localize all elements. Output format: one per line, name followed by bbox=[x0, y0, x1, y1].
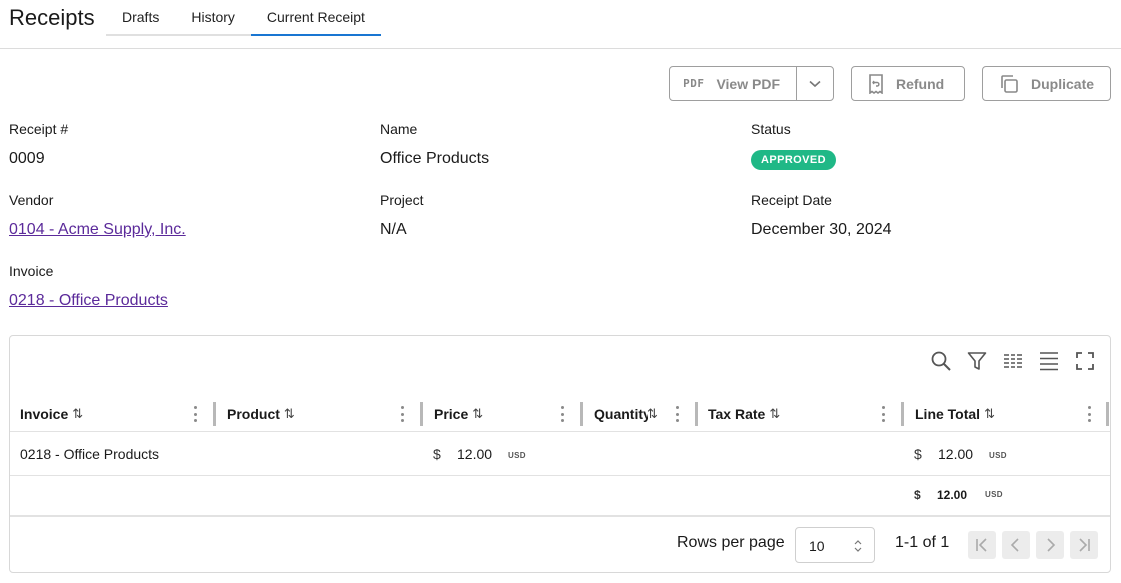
duplicate-label: Duplicate bbox=[1031, 75, 1095, 92]
next-page-icon[interactable] bbox=[1036, 531, 1064, 559]
name-value: Office Products bbox=[380, 150, 490, 167]
receipt-refund-icon bbox=[868, 73, 884, 94]
column-resize-handle[interactable] bbox=[213, 402, 216, 426]
first-page-icon[interactable] bbox=[968, 531, 996, 559]
column-label: Line Total bbox=[915, 406, 981, 422]
receipt-date-value: December 30, 2024 bbox=[751, 221, 892, 238]
pdf-icon: PDF bbox=[683, 77, 705, 90]
columns-icon[interactable] bbox=[1002, 350, 1024, 372]
vendor-link[interactable]: 0104 - Acme Supply, Inc. bbox=[9, 221, 186, 239]
filter-icon[interactable] bbox=[966, 350, 988, 372]
chevron-up-down-icon bbox=[854, 528, 862, 580]
cell-invoice: 0218 - Office Products bbox=[20, 446, 160, 462]
cell-total-unit: USD bbox=[989, 451, 1007, 460]
rows-per-page-value: 10 bbox=[809, 538, 825, 554]
column-menu-icon[interactable] bbox=[559, 406, 565, 422]
search-icon[interactable] bbox=[930, 350, 952, 372]
sort-icon[interactable]: ⇅ bbox=[472, 406, 483, 422]
project-label: Project bbox=[380, 192, 424, 208]
column-header-tax-rate[interactable]: Tax Rate ⇅ bbox=[708, 396, 780, 432]
view-pdf-split-button: PDF View PDF bbox=[669, 66, 834, 101]
cell-line-total: 12.00 bbox=[938, 446, 974, 462]
column-header-line-total[interactable]: Line Total ⇅ bbox=[915, 396, 995, 432]
column-header-product[interactable]: Product ⇅ bbox=[227, 396, 295, 432]
table-toolbar bbox=[930, 350, 1096, 372]
page-title: Receipts bbox=[9, 5, 95, 30]
cell-price: 12.00 bbox=[457, 446, 493, 462]
pagination-range: 1-1 of 1 bbox=[895, 534, 950, 551]
column-resize-handle[interactable] bbox=[580, 402, 583, 426]
name-label: Name bbox=[380, 121, 418, 137]
copy-icon bbox=[999, 74, 1019, 94]
duplicate-button[interactable]: Duplicate bbox=[982, 66, 1111, 101]
rows-per-page-select[interactable]: 10 bbox=[795, 527, 875, 563]
receipt-number-label: Receipt # bbox=[9, 121, 69, 137]
column-resize-handle[interactable] bbox=[901, 402, 904, 426]
density-icon[interactable] bbox=[1038, 350, 1060, 372]
receipt-date-label: Receipt Date bbox=[751, 192, 832, 208]
status-badge: APPROVED bbox=[751, 150, 836, 170]
column-label: Tax Rate bbox=[708, 406, 766, 422]
chevron-down-icon bbox=[809, 80, 821, 87]
column-resize-handle[interactable] bbox=[1106, 402, 1109, 426]
view-pdf-button[interactable]: PDF View PDF bbox=[670, 67, 797, 100]
sort-icon[interactable]: ⇅ bbox=[72, 406, 83, 422]
column-menu-icon[interactable] bbox=[674, 406, 680, 422]
column-resize-handle[interactable] bbox=[695, 402, 698, 426]
table-header: Invoice ⇅ Product ⇅ Price ⇅ Quantity ⇅ Tax … bbox=[10, 396, 1110, 432]
last-page-icon[interactable] bbox=[1070, 531, 1098, 559]
column-menu-icon[interactable] bbox=[192, 406, 198, 422]
refund-label: Refund bbox=[896, 75, 945, 92]
sort-icon-quantity[interactable]: ⇅ bbox=[647, 396, 658, 432]
summary-total-unit: USD bbox=[985, 490, 1003, 499]
tab-drafts[interactable]: Drafts bbox=[106, 0, 175, 34]
tab-history[interactable]: History bbox=[175, 0, 251, 34]
cell-total-currency: $ bbox=[914, 446, 922, 462]
prev-page-icon[interactable] bbox=[1002, 531, 1030, 559]
column-label: Invoice bbox=[20, 406, 69, 422]
column-header-price[interactable]: Price ⇅ bbox=[434, 396, 483, 432]
tab-bar: Drafts History Current Receipt bbox=[106, 0, 381, 36]
invoice-link[interactable]: 0218 - Office Products bbox=[9, 292, 168, 310]
column-menu-icon[interactable] bbox=[1086, 406, 1092, 422]
column-resize-handle[interactable] bbox=[420, 402, 423, 426]
vendor-label: Vendor bbox=[9, 192, 54, 208]
fullscreen-icon[interactable] bbox=[1074, 350, 1096, 372]
cell-price-currency: $ bbox=[433, 446, 441, 462]
pager-buttons bbox=[968, 531, 1098, 559]
sort-icon[interactable]: ⇅ bbox=[769, 406, 780, 422]
cell-price-unit: USD bbox=[508, 451, 526, 460]
project-value: N/A bbox=[380, 221, 407, 238]
top-bar: Receipts Drafts History Current Receipt bbox=[0, 0, 1121, 49]
summary-total-currency: $ bbox=[914, 488, 921, 502]
status-label: Status bbox=[751, 121, 791, 137]
column-label: Price bbox=[434, 406, 469, 422]
view-pdf-label: View PDF bbox=[716, 75, 780, 92]
tab-current-receipt[interactable]: Current Receipt bbox=[250, 0, 381, 36]
invoice-label: Invoice bbox=[9, 263, 54, 279]
receipt-number-value: 0009 bbox=[9, 150, 45, 167]
column-header-invoice[interactable]: Invoice ⇅ bbox=[20, 396, 83, 432]
column-menu-icon[interactable] bbox=[880, 406, 886, 422]
table-summary-row: $ 12.00 USD bbox=[10, 476, 1110, 517]
action-bar: PDF View PDF Refund Duplicate bbox=[669, 66, 1111, 101]
rows-per-page-label: Rows per page bbox=[677, 534, 785, 551]
view-pdf-menu-button[interactable] bbox=[797, 67, 833, 100]
sort-icon[interactable]: ⇅ bbox=[284, 406, 295, 422]
sort-icon[interactable]: ⇅ bbox=[984, 406, 995, 422]
column-label: Product bbox=[227, 406, 280, 422]
column-menu-icon[interactable] bbox=[399, 406, 405, 422]
table-row[interactable]: 0218 - Office Products $ 12.00 USD $ 12.… bbox=[10, 433, 1110, 476]
summary-total: 12.00 bbox=[937, 488, 968, 502]
column-header-quantity[interactable]: Quantity bbox=[594, 396, 648, 432]
line-items-table: Invoice ⇅ Product ⇅ Price ⇅ Quantity ⇅ Tax … bbox=[9, 335, 1111, 573]
column-label: Quantity bbox=[594, 406, 648, 422]
refund-button[interactable]: Refund bbox=[851, 66, 965, 101]
table-pagination: Rows per page 10 1-1 of 1 bbox=[10, 517, 1110, 572]
